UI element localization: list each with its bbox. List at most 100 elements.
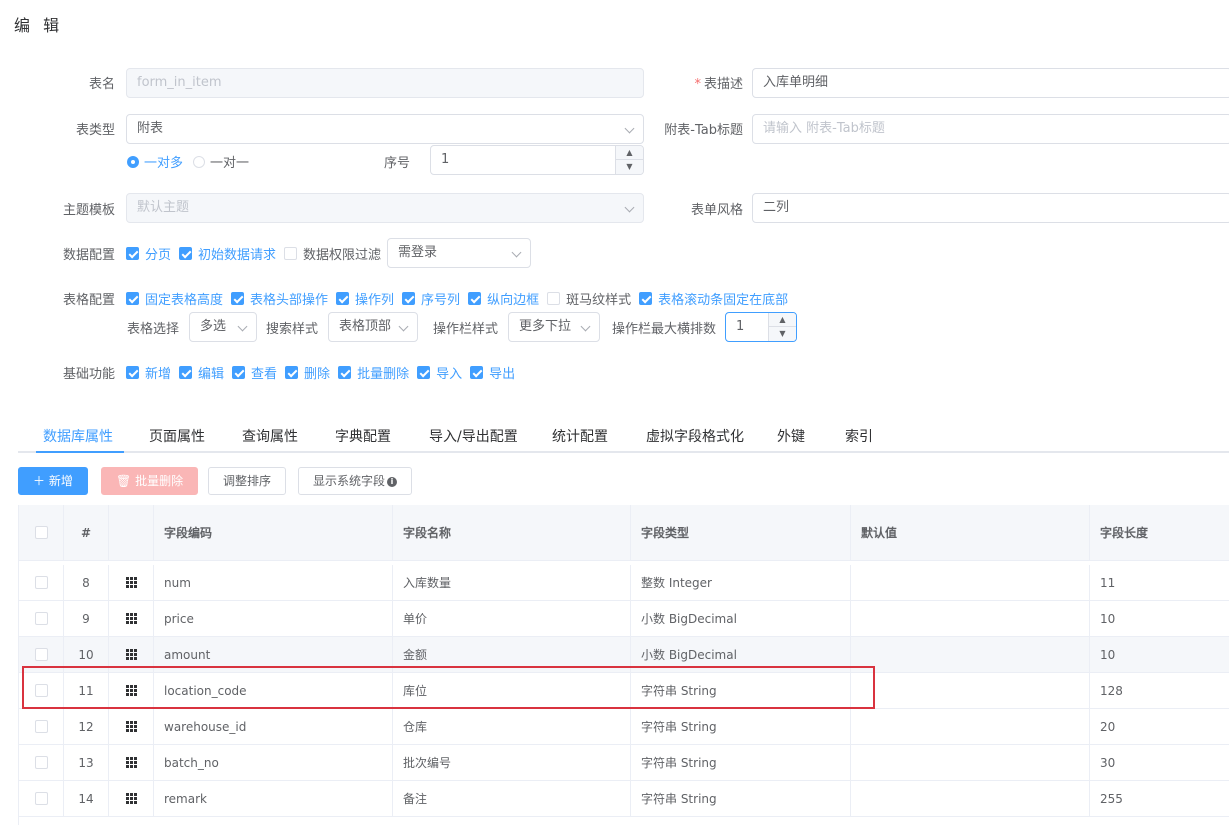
theme-select[interactable]: 默认主题: [126, 193, 644, 223]
chevron-down-icon: [624, 123, 635, 134]
header-index: #: [64, 505, 109, 560]
checkbox-op-column[interactable]: 操作列: [336, 289, 394, 308]
checkbox-fixed-height[interactable]: 固定表格高度: [126, 289, 223, 308]
checkbox-edit[interactable]: 编辑: [179, 363, 224, 382]
cell-default: [851, 781, 1090, 816]
checkbox-data-permission[interactable]: 数据权限过滤: [284, 244, 381, 263]
plus-icon: ＋: [33, 474, 49, 488]
search-style-select[interactable]: 表格顶部: [328, 312, 418, 342]
row-checkbox[interactable]: [34, 648, 48, 661]
cell-no: 11: [64, 673, 109, 708]
table-desc-label: * 表描述: [694, 77, 743, 92]
cell-no: 8: [64, 565, 109, 600]
cell-length: 20: [1100, 719, 1116, 734]
chevron-down-icon: [624, 202, 635, 213]
checkbox-add[interactable]: 新增: [126, 363, 171, 382]
decrement-icon[interactable]: ▼: [616, 160, 643, 174]
drag-handle-icon[interactable]: [125, 613, 137, 624]
table-header: # 字段编码 字段名称 字段类型 默认值 字段长度: [19, 505, 1229, 561]
table-row[interactable]: 8 num 入库数量 整数 Integer 11: [19, 565, 1229, 601]
cell-code: num: [154, 565, 393, 600]
table-row[interactable]: 9 price 单价 小数 BigDecimal 10: [19, 601, 1229, 637]
checkbox-init-request[interactable]: 初始数据请求: [179, 244, 276, 263]
cell-default: [851, 565, 1090, 600]
login-select[interactable]: 需登录: [387, 238, 531, 268]
tab-query-props[interactable]: 查询属性: [242, 426, 298, 446]
chevron-down-icon: [580, 321, 591, 332]
data-config-label: 数据配置: [62, 248, 115, 263]
op-max-stepper[interactable]: 1 ▲ ▼: [725, 312, 797, 342]
seq-stepper[interactable]: 1 ▲ ▼: [430, 145, 644, 175]
checkbox-paging[interactable]: 分页: [126, 244, 171, 263]
decrement-icon[interactable]: ▼: [769, 327, 796, 341]
fields-table: # 字段编码 字段名称 字段类型 默认值 字段长度 8 num 入库数量 整数 Int…: [18, 505, 1229, 825]
tab-foreign-key[interactable]: 外键: [777, 426, 805, 446]
checkbox-seq-column[interactable]: 序号列: [402, 289, 460, 308]
row-checkbox[interactable]: [34, 756, 48, 769]
tab-db-props[interactable]: 数据库属性: [43, 426, 113, 446]
table-type-select[interactable]: 附表: [126, 114, 644, 144]
checkbox-delete[interactable]: 删除: [285, 363, 330, 382]
show-system-fields-button[interactable]: 显示系统字段 i: [298, 467, 413, 495]
checkbox-view[interactable]: 查看: [232, 363, 277, 382]
add-button[interactable]: ＋ 新增: [18, 467, 88, 495]
batch-delete-button[interactable]: 🗑 批量删除: [101, 467, 199, 495]
checkbox-scrollbar-bottom[interactable]: 表格滚动条固定在底部: [639, 289, 788, 308]
table-row[interactable]: 13 batch_no 批次编号 字符串 String 30: [19, 745, 1229, 781]
cell-default: [851, 601, 1090, 636]
drag-handle-icon[interactable]: [125, 793, 137, 804]
tab-title-input[interactable]: 请输入 附表-Tab标题: [752, 114, 1229, 144]
checkbox-stripe[interactable]: 斑马纹样式: [547, 289, 631, 308]
active-tab-indicator: [36, 451, 124, 453]
table-row[interactable]: 11 location_code 库位 字符串 String 128: [19, 673, 1229, 709]
cell-type: 整数 Integer: [631, 565, 851, 600]
cell-name: 备注: [393, 781, 631, 816]
radio-one-to-many[interactable]: 一对多: [127, 152, 183, 171]
checkbox-vertical-border[interactable]: 纵向边框: [468, 289, 539, 308]
cell-no: 10: [64, 637, 109, 672]
table-row[interactable]: 14 remark 备注 字符串 String 255: [19, 781, 1229, 817]
row-checkbox[interactable]: [34, 612, 48, 625]
header-default: 默认值: [851, 505, 1090, 560]
row-checkbox[interactable]: [34, 792, 48, 805]
drag-handle-icon[interactable]: [125, 757, 137, 768]
checkbox-header-ops[interactable]: 表格头部操作: [231, 289, 328, 308]
select-all-checkbox[interactable]: [34, 526, 48, 539]
page-title: 编 辑: [14, 16, 64, 35]
form-style-select[interactable]: 二列: [752, 193, 1229, 223]
cell-name: 批次编号: [393, 745, 631, 780]
tab-virtual-format[interactable]: 虚拟字段格式化: [646, 426, 744, 446]
row-checkbox[interactable]: [34, 720, 48, 733]
checkbox-export[interactable]: 导出: [470, 363, 515, 382]
op-style-select[interactable]: 更多下拉: [508, 312, 600, 342]
form-style-label: 表单风格: [690, 203, 743, 218]
radio-one-to-one[interactable]: 一对一: [193, 152, 249, 171]
cell-length: 30: [1100, 755, 1116, 770]
checkbox-batch-delete[interactable]: 批量删除: [338, 363, 409, 382]
reorder-button[interactable]: 调整排序: [208, 467, 287, 495]
table-desc-input[interactable]: 入库单明细: [752, 68, 1229, 98]
tab-stats-config[interactable]: 统计配置: [552, 426, 608, 446]
drag-handle-icon[interactable]: [125, 721, 137, 732]
tab-page-props[interactable]: 页面属性: [149, 426, 205, 446]
row-checkbox[interactable]: [34, 576, 48, 589]
table-row[interactable]: 10 amount 金额 小数 BigDecimal 10: [19, 637, 1229, 673]
header-length: 字段长度: [1100, 526, 1149, 540]
cell-length: 128: [1100, 683, 1123, 698]
tab-dict-config[interactable]: 字典配置: [335, 426, 391, 446]
tab-index[interactable]: 索引: [845, 426, 873, 446]
table-row[interactable]: 12 warehouse_id 仓库 字符串 String 20: [19, 709, 1229, 745]
checkbox-import[interactable]: 导入: [417, 363, 462, 382]
table-select[interactable]: 多选: [189, 312, 257, 342]
row-checkbox[interactable]: [34, 684, 48, 697]
cell-length: 11: [1100, 575, 1116, 590]
theme-label: 主题模板: [62, 203, 115, 218]
basic-label: 基础功能: [62, 367, 115, 382]
drag-handle-icon[interactable]: [125, 577, 137, 588]
tab-import-export[interactable]: 导入/导出配置: [429, 426, 518, 446]
table-config-label: 表格配置: [62, 293, 115, 308]
drag-handle-icon[interactable]: [125, 649, 137, 660]
table-name-input[interactable]: form_in_item: [126, 68, 644, 98]
cell-no: 12: [64, 709, 109, 744]
drag-handle-icon[interactable]: [125, 685, 137, 696]
